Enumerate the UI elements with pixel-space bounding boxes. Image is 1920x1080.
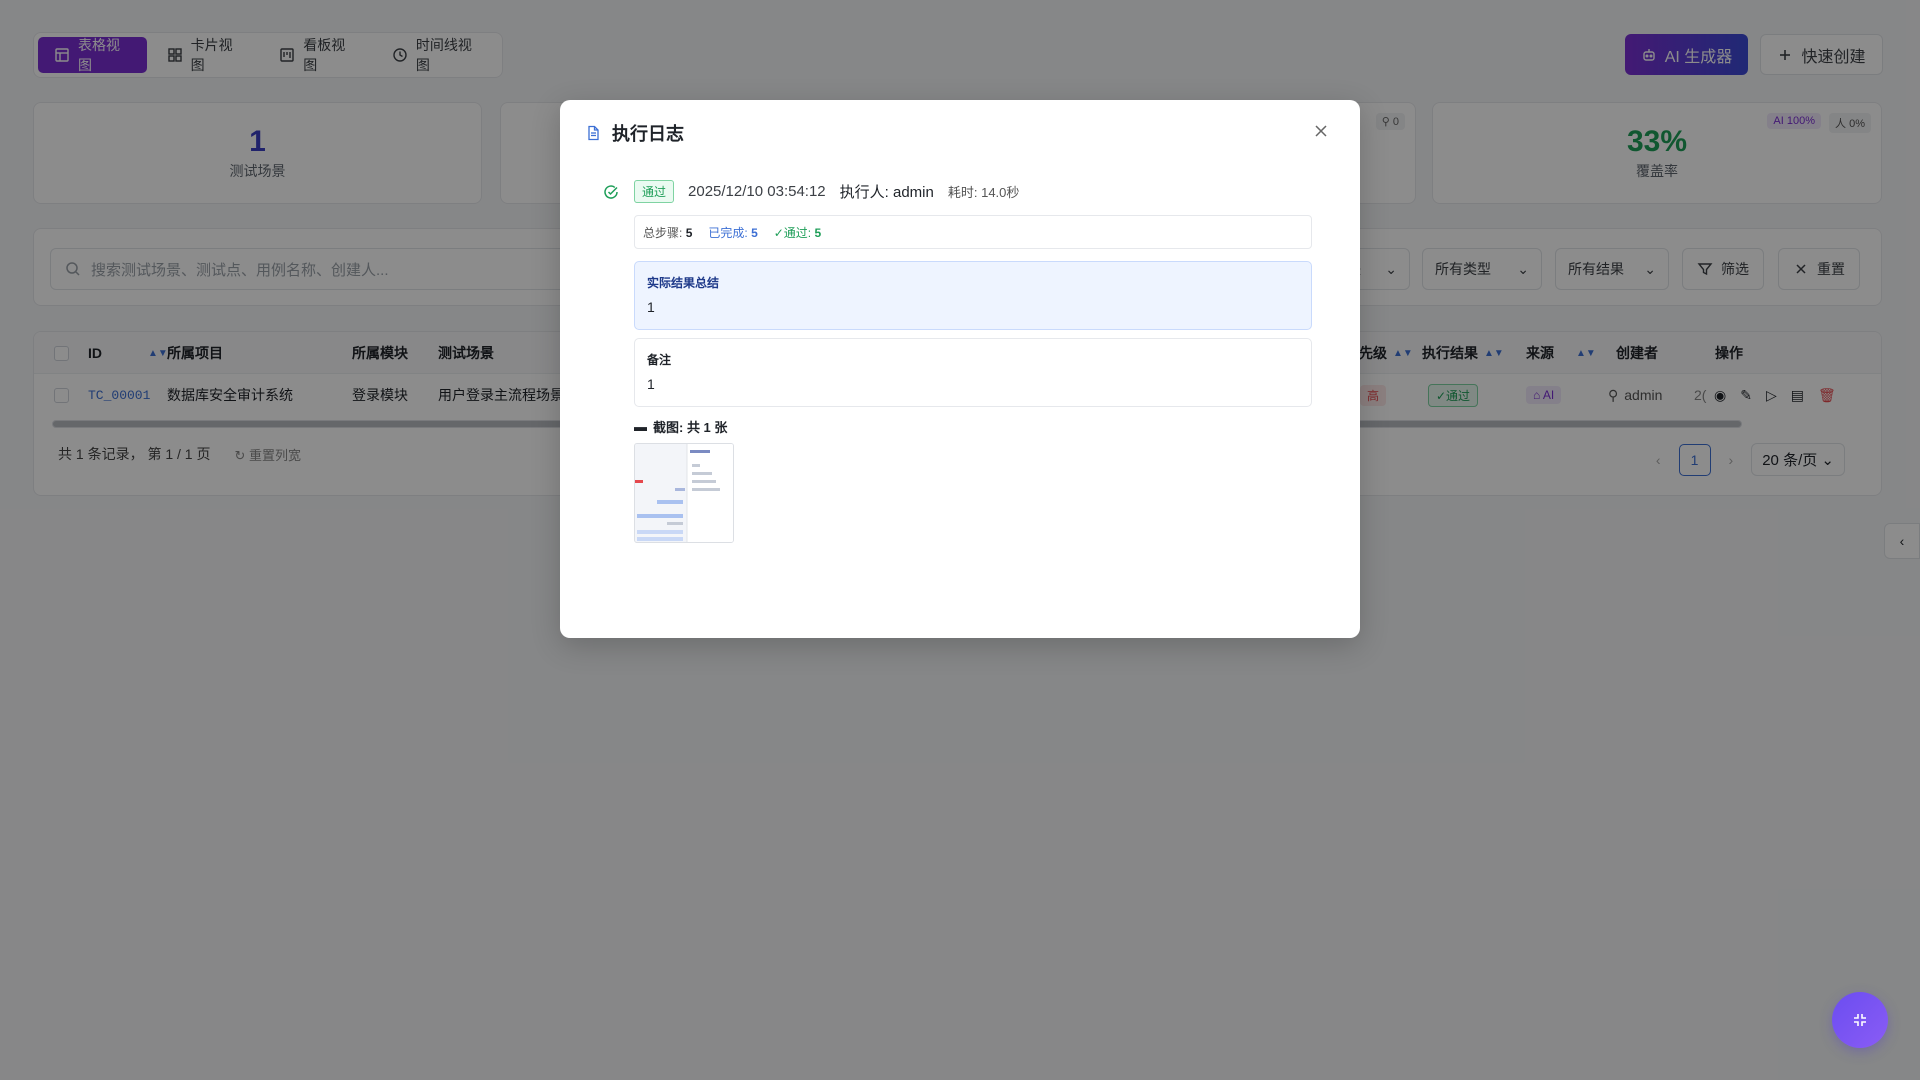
modal-header: 执行日志 [584, 120, 684, 146]
modal-title: 执行日志 [612, 124, 684, 144]
log-entry-header: 通过 2025/12/10 03:54:12 执行人: admin 耗时: 14… [602, 180, 1019, 203]
actual-result-title: 实际结果总结 [647, 276, 720, 290]
screenshot-thumbnail[interactable] [634, 443, 734, 543]
completed-steps-value: 5 [751, 225, 758, 240]
passed-steps-value: 5 [814, 225, 822, 240]
document-icon [584, 124, 602, 142]
close-button[interactable] [1308, 118, 1334, 144]
status-badge: 通过 [634, 180, 675, 203]
total-steps: 总步骤: 5 [643, 224, 692, 241]
actual-result-value: 1 [647, 299, 655, 315]
remark-value: 1 [647, 376, 655, 392]
close-icon [1313, 123, 1329, 139]
screenshot-count: 截图: 共 1 张 [653, 420, 728, 435]
execution-log-modal: 执行日志 通过 2025/12/10 03:54:12 执行人: admin 耗… [560, 100, 1360, 638]
total-steps-label: 总步骤: [643, 225, 683, 240]
remark-section: 备注 1 [634, 338, 1312, 407]
screenshot-preview-image [635, 444, 733, 542]
total-steps-value: 5 [685, 225, 693, 240]
screenshot-header: ▬ 截图: 共 1 张 [634, 417, 727, 436]
step-summary: 总步骤: 5 已完成: 5 ✓通过: 5 [634, 215, 1312, 249]
duration: 耗时: 14.0秒 [947, 185, 1020, 200]
passed-steps-label: ✓通过: [773, 225, 812, 240]
collapse-float-button[interactable] [1832, 992, 1888, 1048]
execution-time: 2025/12/10 03:54:12 [688, 183, 826, 200]
remark-title: 备注 [647, 353, 672, 367]
completed-steps: 已完成: 5 [708, 224, 757, 241]
completed-steps-label: 已完成: [708, 225, 748, 240]
passed-steps: ✓通过: 5 [774, 224, 821, 241]
executor: 执行人: admin [839, 184, 934, 201]
check-circle-icon [602, 183, 620, 201]
compress-icon [1852, 1012, 1868, 1028]
actual-result-summary: 实际结果总结 1 [634, 261, 1312, 330]
camera-icon: ▬ [634, 419, 647, 434]
